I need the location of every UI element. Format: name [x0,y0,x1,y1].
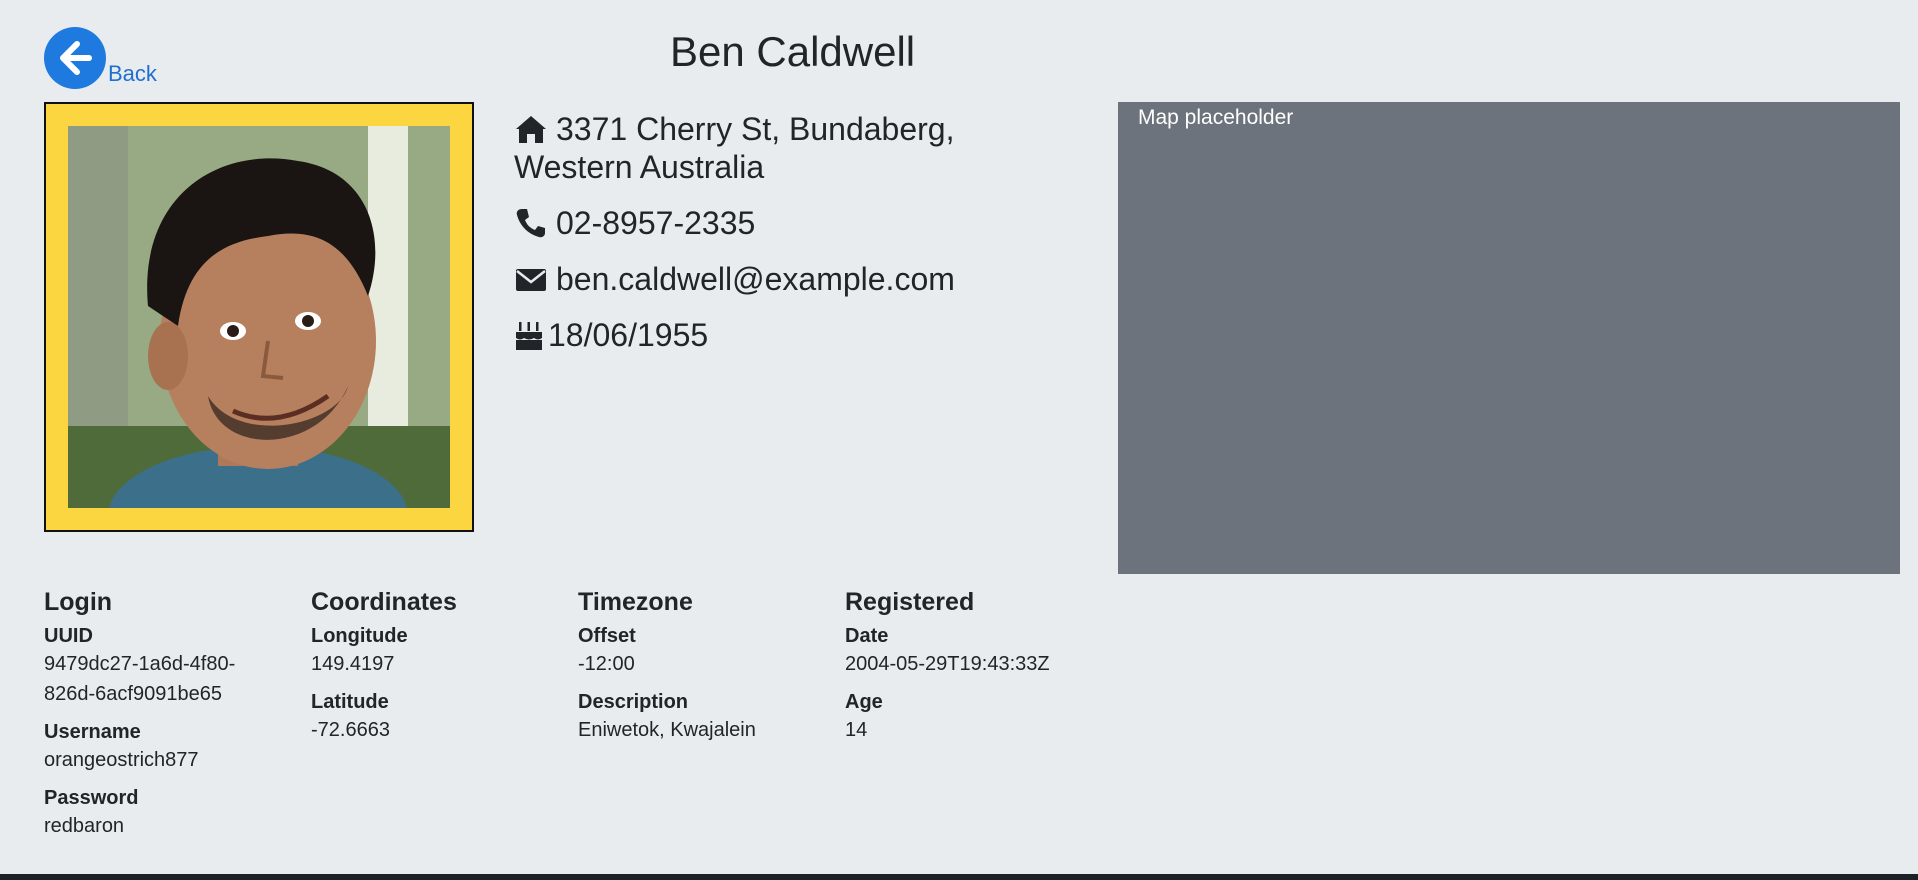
birthday-cake-icon [514,318,544,352]
coordinates-heading: Coordinates [311,588,457,616]
username-value: orangeostrich877 [44,749,199,771]
password-label: Password [44,787,139,809]
address-row: 3371 Cherry St, Bundaberg, Western Austr… [514,110,1074,186]
map-placeholder[interactable]: Map placeholder [1118,102,1900,574]
uuid-value: 9479dc27-1a6d-4f80-826d-6acf9091be65 [44,653,236,705]
phone-text: 02-8957-2335 [556,205,756,241]
timezone-column: Timezone Offset -12:00 Description Eniwe… [578,588,845,851]
phone-row: 02-8957-2335 [514,204,1074,242]
profile-photo [68,126,450,508]
uuid-label: UUID [44,625,93,647]
timezone-heading: Timezone [578,588,693,616]
email-row: ben.caldwell@example.com [514,260,1074,298]
arrow-left-circle-icon[interactable] [44,27,106,89]
birthday-text: 18/06/1955 [548,317,709,353]
address-line-2: Western Australia [514,149,765,185]
footer-bar [0,874,1918,880]
profile-photo-frame [44,102,474,532]
birthday-row: 18/06/1955 [514,316,1074,354]
registered-date-label: Date [845,625,889,647]
back-label[interactable]: Back [108,61,157,87]
home-icon [514,112,548,146]
latitude-value: -72.6663 [311,719,390,741]
coordinates-column: Coordinates Longitude 149.4197 Latitude … [311,588,578,851]
address-text: 3371 Cherry St, Bundaberg, Western Austr… [514,110,955,186]
latitude-label: Latitude [311,691,389,713]
back-link[interactable]: Back [44,27,157,89]
address-line-1: 3371 Cherry St, Bundaberg, [556,111,955,147]
offset-label: Offset [578,625,636,647]
age-value: 14 [845,719,868,741]
phone-icon [514,206,548,240]
longitude-value: 149.4197 [311,653,395,675]
page-title: Ben Caldwell [670,28,916,75]
password-value: redbaron [44,815,125,837]
offset-value: -12:00 [578,653,635,675]
map-placeholder-label: Map placeholder [1138,106,1294,129]
envelope-icon [514,262,548,296]
contact-info: 3371 Cherry St, Bundaberg, Western Austr… [514,110,1074,372]
registered-column: Registered Date 2004-05-29T19:43:33Z Age… [845,588,1112,851]
timezone-description-label: Description [578,691,689,713]
timezone-description-value: Eniwetok, Kwajalein [578,719,756,741]
login-heading: Login [44,588,113,616]
registered-date-value: 2004-05-29T19:43:33Z [845,653,1050,675]
username-label: Username [44,721,141,743]
longitude-label: Longitude [311,625,408,647]
registered-heading: Registered [845,588,975,616]
details-section: Login UUID 9479dc27-1a6d-4f80-826d-6acf9… [44,588,1112,851]
email-text: ben.caldwell@example.com [556,261,955,297]
age-label: Age [845,691,883,713]
login-column: Login UUID 9479dc27-1a6d-4f80-826d-6acf9… [44,588,311,851]
